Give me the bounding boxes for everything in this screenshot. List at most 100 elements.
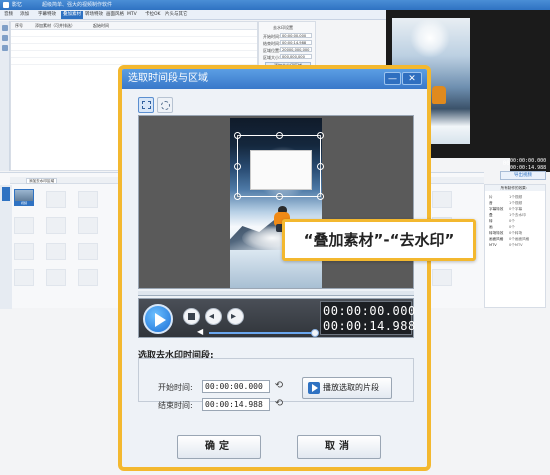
summary-value: 0个画面风格: [509, 237, 530, 241]
end-time-label: 结束时间:: [158, 401, 193, 410]
minimize-icon[interactable]: —: [384, 72, 401, 85]
preview-rider: [432, 86, 446, 104]
effects-summary-title: 所有制作的效果：: [485, 185, 545, 191]
resize-handle-r[interactable]: [317, 163, 324, 170]
start-time-label: 开始时间:: [158, 383, 193, 392]
timeline-slot[interactable]: [14, 269, 34, 286]
props-pos-label: 区域位置:: [263, 48, 281, 53]
cancel-button[interactable]: 取消: [297, 435, 381, 459]
summary-key: 画面风格: [489, 237, 504, 241]
volume-knob[interactable]: [311, 329, 319, 337]
timeline-slot[interactable]: [46, 191, 66, 208]
ellipse-select-tool-button[interactable]: [157, 97, 173, 113]
timeline-slot[interactable]: [432, 269, 452, 286]
play-selection-button[interactable]: 播放选取的片段: [302, 377, 392, 399]
props-start-label: 开始时间:: [263, 34, 281, 39]
rect-select-tool-button[interactable]: [138, 97, 154, 113]
watermark-fill: [250, 150, 312, 190]
list-header: 序号 添加素材（可并排选） 起始时间: [11, 22, 257, 30]
menu-tab-subtitle[interactable]: 字幕特效: [36, 11, 58, 19]
prev-frame-button[interactable]: ◂: [205, 308, 222, 325]
props-end-field[interactable]: 00:00:14.988: [280, 40, 312, 45]
timeline-slot[interactable]: [14, 217, 34, 234]
volume-icon[interactable]: ◀: [197, 328, 205, 336]
resize-handle-b[interactable]: [276, 193, 283, 200]
summary-value: 0个转场: [509, 231, 523, 235]
resize-handle-t[interactable]: [276, 132, 283, 139]
props-size-label: 区域大小:: [263, 55, 281, 60]
menu-tab-mtv[interactable]: MTV: [125, 11, 139, 19]
timeline-slot[interactable]: [78, 243, 98, 260]
preview-sun: [410, 18, 450, 58]
effects-summary-panel: 所有制作的效果： 片 1个视频 音 1个视频 字幕特效 0个字幕 叠 1个去水印…: [484, 184, 546, 308]
stop-icon: [188, 313, 195, 320]
summary-key: 片: [489, 195, 493, 199]
timeline-slot[interactable]: [78, 191, 98, 208]
resize-handle-tl[interactable]: [234, 132, 241, 139]
set-start-time-icon[interactable]: ⟲: [272, 380, 286, 393]
app-subtitle: 超级简单、强大的视频制作软件: [42, 2, 113, 8]
summary-key: 音: [489, 201, 493, 205]
next-frame-button[interactable]: ▸: [227, 308, 244, 325]
original-watermark: [234, 128, 304, 134]
summary-key: 字幕特效: [489, 207, 504, 211]
timeline-clip-video[interactable]: 视频: [14, 189, 34, 206]
close-icon[interactable]: ✕: [402, 72, 422, 85]
list-row[interactable]: [11, 37, 257, 44]
timeline-tab[interactable]: 添加去水印区域: [26, 178, 58, 184]
player-controls: ◂ ▸ ◀ 00:00:00.000 00:00:14.988: [138, 298, 416, 338]
tool-icon[interactable]: [2, 45, 8, 51]
summary-value: 0个字幕: [509, 207, 523, 211]
menu-tab-audio[interactable]: 音频: [2, 11, 15, 19]
export-video-button[interactable]: 导出视频: [500, 171, 546, 180]
resize-handle-l[interactable]: [234, 163, 241, 170]
tool-icon[interactable]: [2, 25, 8, 31]
list-row[interactable]: [11, 58, 257, 65]
region-select-canvas[interactable]: [138, 115, 414, 289]
volume-slider[interactable]: [209, 332, 315, 334]
app-title: 影忆: [12, 2, 23, 8]
menu-tab-karaoke[interactable]: 卡拉OK: [143, 11, 163, 19]
list-row[interactable]: [11, 44, 257, 51]
summary-key: 叠: [489, 213, 493, 217]
resize-handle-bl[interactable]: [234, 193, 241, 200]
menu-tab-transition[interactable]: 转场特效: [83, 11, 105, 19]
start-time-input[interactable]: 00:00:00.000: [202, 380, 270, 393]
timeline-slot[interactable]: [432, 191, 452, 208]
menu-tab-intro[interactable]: 片头与其它: [163, 11, 190, 19]
stop-button[interactable]: [183, 308, 200, 325]
menu-tab-add[interactable]: 添加: [18, 11, 31, 19]
tool-icon[interactable]: [2, 35, 8, 41]
set-end-time-icon[interactable]: ⟲: [272, 398, 286, 411]
timeline-slot[interactable]: [78, 217, 98, 234]
props-start-field[interactable]: 00:00:00.000: [280, 33, 312, 38]
resize-handle-br[interactable]: [317, 193, 324, 200]
summary-key: 转: [489, 219, 493, 223]
ok-button[interactable]: 确定: [177, 435, 261, 459]
app-logo-icon: [3, 2, 9, 8]
list-header-start: 起始时间: [93, 23, 109, 28]
list-row[interactable]: [11, 30, 257, 37]
menu-tab-style[interactable]: 画面风格: [104, 11, 126, 19]
resize-handle-tr[interactable]: [317, 132, 324, 139]
props-pos-field[interactable]: 20000,000,000: [280, 47, 312, 52]
timeline-slot[interactable]: [46, 217, 66, 234]
watermark-props-panel: 去水印设置 开始时间: 00:00:00.000 结束时间: 00:00:14.…: [258, 21, 316, 71]
rect-select-icon: [142, 101, 151, 109]
summary-value: 0个: [509, 219, 515, 223]
play-selection-icon: [308, 382, 320, 394]
play-button[interactable]: [143, 304, 173, 334]
timeline-slot[interactable]: [46, 269, 66, 286]
end-time-input[interactable]: 00:00:14.988: [202, 398, 270, 411]
ellipse-select-icon: [161, 101, 170, 110]
menu-tab-overlay[interactable]: 叠加素材: [61, 11, 83, 19]
total-time: 00:00:14.988: [323, 319, 416, 333]
current-time: 00:00:00.000: [323, 304, 416, 318]
list-header-material: 添加素材（可并排选）: [35, 23, 75, 28]
timeline-slot[interactable]: [78, 269, 98, 286]
timeline-slot[interactable]: [46, 243, 66, 260]
props-size-field[interactable]: 000,000,000: [280, 54, 312, 59]
list-row[interactable]: [11, 51, 257, 58]
watermark-selection-box[interactable]: [234, 132, 324, 200]
timeline-slot[interactable]: [14, 243, 34, 260]
